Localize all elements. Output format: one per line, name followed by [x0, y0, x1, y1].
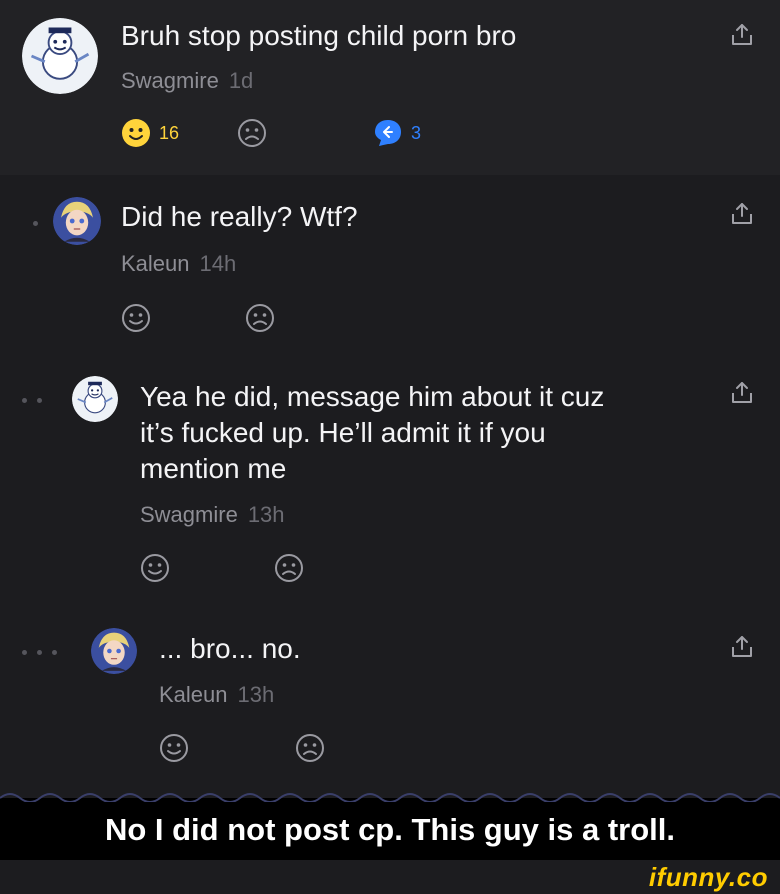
smile-icon[interactable] — [140, 553, 170, 583]
comment-4: ... bro... no. Kaleun 13h — [0, 610, 780, 795]
avatar-snowman-icon — [22, 18, 98, 94]
comment-text: Did he really? Wtf? — [121, 201, 358, 232]
thread-depth-indicator — [22, 650, 57, 655]
wavy-divider — [0, 793, 780, 802]
avatar[interactable] — [72, 376, 118, 422]
author-name[interactable]: Kaleun — [159, 682, 228, 707]
frown-icon[interactable] — [237, 118, 267, 148]
avatar[interactable] — [91, 628, 137, 674]
comment-meta: Swagmire 13h — [140, 502, 285, 528]
reply-icon — [375, 120, 402, 146]
smile-button[interactable]: 16 — [121, 118, 179, 148]
comment-meta: Swagmire 1d — [121, 68, 253, 94]
timestamp: 13h — [237, 682, 275, 707]
comment-text: Yea he did, message him about it cuz it’… — [140, 379, 604, 487]
avatar[interactable] — [22, 18, 98, 94]
frown-icon[interactable] — [245, 303, 275, 333]
timestamp: 14h — [199, 251, 237, 276]
avatar[interactable] — [53, 197, 101, 245]
reply-button[interactable]: 3 — [373, 118, 421, 148]
author-name[interactable]: Kaleun — [121, 251, 190, 276]
avatar-snowman-icon — [72, 376, 118, 422]
share-icon[interactable] — [730, 634, 754, 660]
comment-text-line: Yea he did, message him about it cuz — [140, 381, 605, 412]
thread-depth-indicator — [33, 221, 38, 226]
meme-caption: No I did not post cp. This guy is a trol… — [104, 812, 676, 847]
comment-text: ... bro... no. — [159, 633, 301, 664]
smile-icon[interactable] — [121, 303, 151, 333]
frown-icon[interactable] — [295, 733, 325, 763]
comment-meta: Kaleun 13h — [159, 682, 274, 708]
avatar-anime-icon — [53, 197, 101, 245]
comment-text-line: mention me — [140, 453, 287, 484]
comment-text-line: it’s fucked up. He’ll admit it if you — [140, 417, 546, 448]
avatar-anime-icon — [91, 628, 137, 674]
ifunny-watermark: ifunny.co — [648, 862, 768, 892]
smile-count: 16 — [159, 122, 180, 143]
smile-icon — [122, 119, 150, 147]
reactions — [159, 733, 325, 763]
comment-2: Did he really? Wtf? Kaleun 14h — [0, 175, 780, 350]
reactions: 16 3 — [121, 118, 421, 148]
share-icon[interactable] — [730, 22, 754, 48]
reactions — [121, 303, 275, 333]
comment-meta: Kaleun 14h — [121, 251, 236, 277]
author-name[interactable]: Swagmire — [140, 502, 238, 527]
share-icon[interactable] — [730, 201, 754, 227]
smile-icon[interactable] — [159, 733, 189, 763]
comment-3: Yea he did, message him about it cuz it’… — [0, 350, 780, 610]
reactions — [140, 553, 304, 583]
author-name[interactable]: Swagmire — [121, 68, 219, 93]
comment-text: Bruh stop posting child porn bro — [121, 20, 517, 51]
frown-icon[interactable] — [274, 553, 304, 583]
reply-count: 3 — [411, 122, 422, 143]
comment-1: Bruh stop posting child porn bro Swagmir… — [0, 0, 780, 175]
share-icon[interactable] — [730, 380, 754, 406]
timestamp: 1d — [228, 68, 254, 93]
timestamp: 13h — [247, 502, 285, 527]
thread-depth-indicator — [22, 398, 42, 403]
